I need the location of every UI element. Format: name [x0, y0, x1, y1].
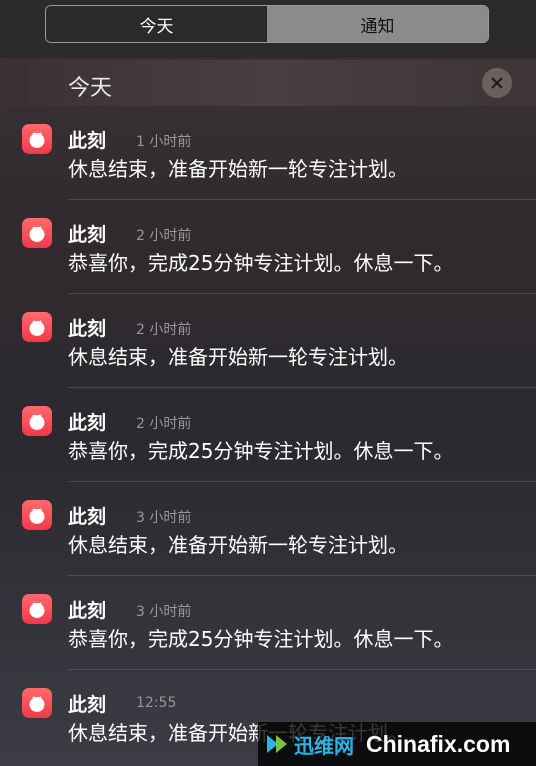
notification-time: 2 小时前: [136, 228, 192, 244]
notification-time: 1 小时前: [136, 134, 192, 150]
notification-message: 恭喜你，完成25分钟专注计划。休息一下。: [68, 251, 454, 275]
notification-app-name: 此刻: [68, 506, 107, 528]
notification-item[interactable]: 此刻 3 小时前 恭喜你，完成25分钟专注计划。休息一下。: [0, 576, 536, 670]
notification-app-name: 此刻: [68, 224, 107, 246]
top-bar: 今天 通知: [0, 0, 536, 58]
section-header: 今天: [0, 60, 536, 106]
tomato-app-icon: [22, 500, 52, 530]
watermark-en-text: Chinafix.com: [366, 730, 511, 757]
notification-item[interactable]: 此刻 3 小时前 休息结束，准备开始新一轮专注计划。: [0, 482, 536, 576]
notification-time: 2 小时前: [136, 416, 192, 432]
notification-time: 12:55: [136, 695, 177, 711]
view-segmented-control: 今天 通知: [45, 5, 489, 43]
close-icon: [491, 77, 503, 89]
watermark-cn-text: 迅维网: [294, 733, 354, 758]
tomato-app-icon: [22, 218, 52, 248]
notification-app-name: 此刻: [68, 600, 107, 622]
notification-time: 3 小时前: [136, 604, 192, 620]
notification-list: 此刻 1 小时前 休息结束，准备开始新一轮专注计划。 此刻 2 小时前 恭喜你，…: [0, 106, 536, 764]
tomato-app-icon: [22, 594, 52, 624]
tomato-app-icon: [22, 312, 52, 342]
tomato-app-icon: [22, 688, 52, 718]
tab-notifications[interactable]: 通知: [267, 6, 488, 42]
clear-section-button[interactable]: [482, 68, 512, 98]
notification-message: 休息结束，准备开始新一轮专注计划。: [68, 345, 408, 369]
notification-app-name: 此刻: [68, 412, 107, 434]
notification-item[interactable]: 此刻 2 小时前 恭喜你，完成25分钟专注计划。休息一下。: [0, 200, 536, 294]
notification-message: 恭喜你，完成25分钟专注计划。休息一下。: [68, 627, 454, 651]
notification-message: 休息结束，准备开始新一轮专注计划。: [68, 157, 408, 181]
notification-app-name: 此刻: [68, 318, 107, 340]
notification-message: 恭喜你，完成25分钟专注计划。休息一下。: [68, 439, 454, 463]
chinafix-logo-icon: [267, 735, 287, 753]
notification-item[interactable]: 此刻 2 小时前 恭喜你，完成25分钟专注计划。休息一下。: [0, 388, 536, 482]
notification-item[interactable]: 此刻 2 小时前 休息结束，准备开始新一轮专注计划。: [0, 294, 536, 388]
section-title: 今天: [68, 76, 113, 101]
watermark: 迅维网 Chinafix.com: [258, 722, 536, 766]
notification-message: 休息结束，准备开始新一轮专注计划。: [68, 533, 408, 557]
tomato-app-icon: [22, 124, 52, 154]
notification-app-name: 此刻: [68, 694, 107, 716]
notification-time: 3 小时前: [136, 510, 192, 526]
tab-today[interactable]: 今天: [46, 6, 267, 42]
notification-time: 2 小时前: [136, 322, 192, 338]
notification-item[interactable]: 此刻 1 小时前 休息结束，准备开始新一轮专注计划。: [0, 106, 536, 200]
notification-app-name: 此刻: [68, 130, 107, 152]
tomato-app-icon: [22, 406, 52, 436]
